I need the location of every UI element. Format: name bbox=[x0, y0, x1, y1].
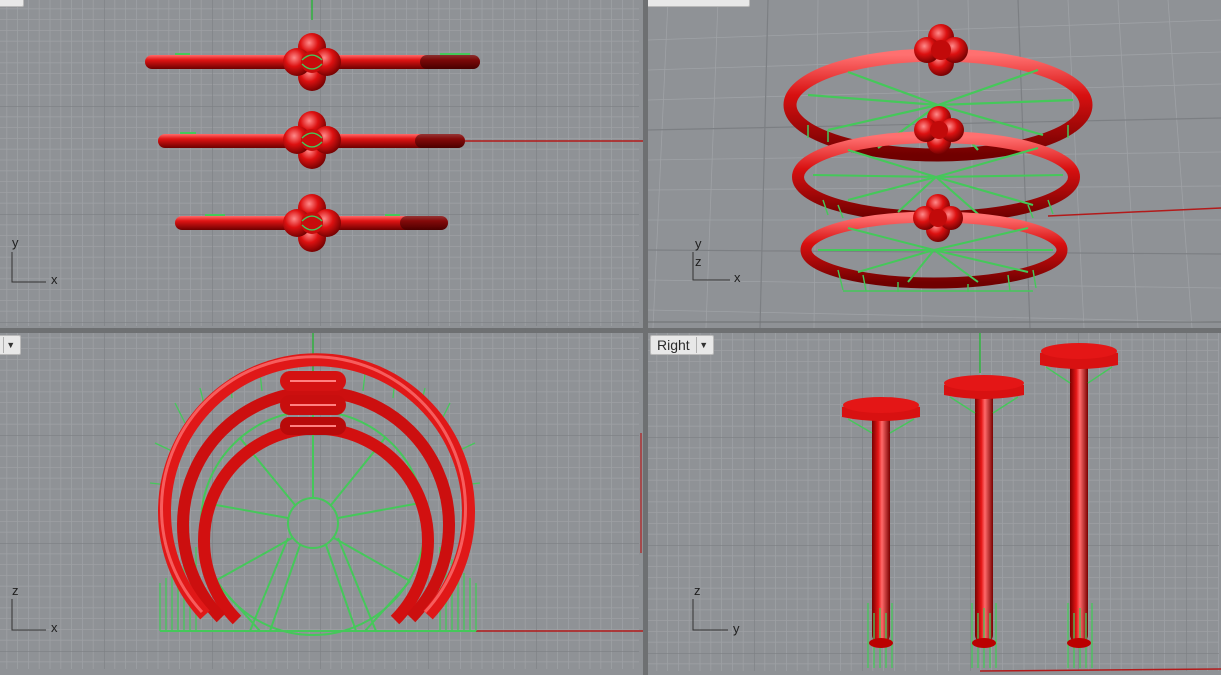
axis-label-x: x bbox=[51, 272, 58, 287]
dropdown-arrow-icon[interactable]: ▼ bbox=[695, 337, 711, 353]
axis-label-y: y bbox=[733, 621, 740, 636]
axis-label-x: x bbox=[51, 620, 58, 635]
top-viewport-tab[interactable] bbox=[0, 0, 24, 7]
dropdown-arrow-icon[interactable]: ▼ bbox=[2, 337, 18, 353]
ring-knobs-front bbox=[280, 371, 346, 435]
perspective-viewport-tab[interactable] bbox=[648, 0, 750, 7]
top-viewport-canvas[interactable] bbox=[0, 0, 643, 328]
perspective-viewport[interactable]: y z x bbox=[648, 0, 1221, 328]
rhino-four-viewport-layout: y x y z x z x ▼ z y Right ▼ bbox=[0, 0, 1221, 675]
right-viewport-tab[interactable]: Right ▼ bbox=[650, 335, 714, 355]
axis-label-z: z bbox=[694, 583, 701, 598]
right-viewport[interactable]: z y Right ▼ bbox=[648, 333, 1221, 675]
axis-label-y: y bbox=[12, 235, 19, 250]
axis-label-y: y bbox=[695, 236, 702, 251]
top-viewport[interactable]: y x bbox=[0, 0, 643, 328]
axis-label-x: x bbox=[734, 270, 741, 285]
viewport-title: Right bbox=[657, 337, 690, 353]
axis-label-z: z bbox=[12, 583, 19, 598]
front-viewport-tab[interactable]: nt ▼ bbox=[0, 335, 21, 355]
front-viewport[interactable]: z x nt ▼ bbox=[0, 333, 643, 675]
front-viewport-canvas[interactable] bbox=[0, 333, 643, 675]
axis-label-z: z bbox=[695, 254, 702, 269]
